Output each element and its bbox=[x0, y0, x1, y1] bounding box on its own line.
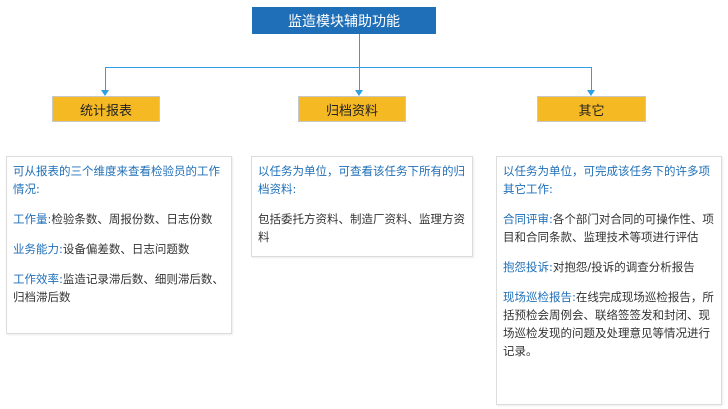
item-term: 业务能力 bbox=[13, 242, 59, 256]
panel-intro: 以任务为单位，可查看该任务下所有的归档资料: bbox=[258, 164, 465, 196]
category-label: 统计报表 bbox=[79, 103, 132, 119]
panel-item: 现场巡检报告:在线完成现场巡检报告，所括预检会周例会、联络签签发和封闭、现场巡检… bbox=[503, 288, 715, 360]
connector-horizontal bbox=[105, 67, 592, 68]
item-term: 合同评审 bbox=[503, 212, 549, 226]
root-title: 监造模块辅助功能 bbox=[288, 13, 400, 30]
category-node-other: 其它 bbox=[537, 96, 646, 122]
panel-item: 合同评审:各个部门对合同的可操作性、项目和合同条款、监理技术等项进行评估 bbox=[503, 210, 715, 246]
item-desc: 设备偏差数、日志问题数 bbox=[62, 242, 190, 256]
item-desc: 检验条数、周报份数、日志份数 bbox=[51, 212, 213, 226]
connector-drop-3 bbox=[591, 67, 592, 90]
category-label: 其它 bbox=[578, 103, 605, 119]
panel-item: 业务能力:设备偏差数、日志问题数 bbox=[13, 240, 225, 258]
panel-item: 工作量:检验条数、周报份数、日志份数 bbox=[13, 210, 225, 228]
connector-drop-1 bbox=[105, 67, 106, 90]
category-node-archive: 归档资料 bbox=[298, 96, 406, 122]
item-desc: 对抱怨/投诉的调查分析报告 bbox=[552, 260, 695, 274]
item-term: 现场巡检报告 bbox=[503, 290, 572, 304]
item-term: 抱怨投诉 bbox=[503, 260, 549, 274]
panel-item: 工作效率:监造记录滞后数、细则滞后数、归档滞后数 bbox=[13, 270, 225, 306]
category-label: 归档资料 bbox=[325, 103, 378, 119]
panel-body: 包括委托方资料、制造厂资料、监理方资料 bbox=[258, 212, 465, 244]
item-term: 工作量 bbox=[13, 212, 48, 226]
connector-drop-2 bbox=[359, 67, 360, 90]
root-node: 监造模块辅助功能 bbox=[252, 7, 436, 34]
connector-root-stem bbox=[359, 34, 360, 68]
panel-archive: 以任务为单位，可查看该任务下所有的归档资料: 包括委托方资料、制造厂资料、监理方… bbox=[251, 156, 473, 257]
panel-other: 以任务为单位，可完成该任务下的许多项其它工作: 合同评审:各个部门对合同的可操作… bbox=[496, 156, 722, 405]
category-node-reports: 统计报表 bbox=[52, 96, 160, 122]
panel-item: 抱怨投诉:对抱怨/投诉的调查分析报告 bbox=[503, 258, 715, 276]
panel-intro: 以任务为单位，可完成该任务下的许多项其它工作: bbox=[503, 164, 710, 196]
panel-intro: 可从报表的三个维度来查看检验员的工作情况: bbox=[13, 164, 220, 196]
panel-reports: 可从报表的三个维度来查看检验员的工作情况: 工作量:检验条数、周报份数、日志份数… bbox=[6, 156, 232, 334]
item-term: 工作效率 bbox=[13, 272, 59, 286]
